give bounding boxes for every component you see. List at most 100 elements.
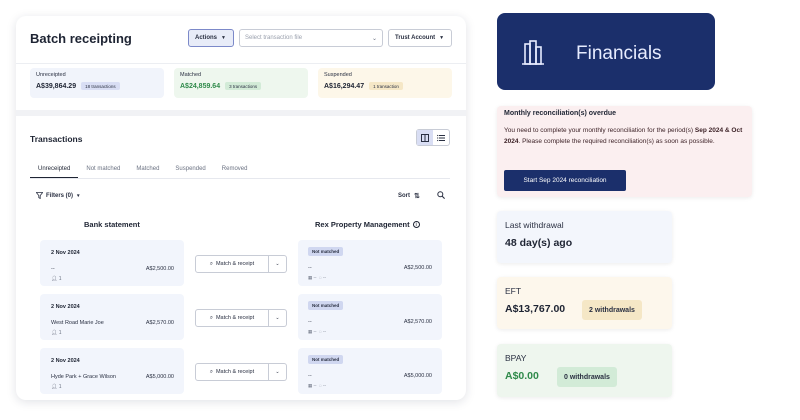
bpay-label: BPAY: [505, 353, 527, 363]
rex-meta: ▦ -- ◌ --: [308, 329, 326, 335]
search-icon[interactable]: [437, 191, 445, 201]
status-badge: Not matched: [308, 301, 344, 310]
meta-a: --: [313, 329, 317, 334]
bank-amount: A$2,500.00: [145, 266, 174, 272]
panel-header: Batch receipting Actions ▼ Select transa…: [16, 16, 466, 64]
summary-suspended[interactable]: Suspended A$16,294.47 1 transaction: [318, 68, 452, 98]
match-receipt-label: Match & receipt: [215, 369, 255, 375]
filters-button[interactable]: Filters (0) ▾: [36, 192, 80, 199]
reconciliation-message: You need to complete your monthly reconc…: [504, 126, 744, 147]
sort-label: Sort: [398, 193, 410, 199]
eft-card: EFT A$13,767.00 2 withdrawals: [497, 277, 672, 329]
filter-icon: [36, 192, 43, 199]
last-withdrawal-card: Last withdrawal 48 day(s) ago: [497, 211, 672, 263]
rex-amount: A$2,500.00: [403, 265, 432, 271]
view-toggle: [416, 129, 450, 146]
rex-meta: ▦ -- ◌ --: [308, 275, 326, 281]
rex-row[interactable]: Not matched -- A$5,000.00 ▦ -- ◌ --: [298, 348, 442, 394]
meta-b: --: [323, 383, 326, 388]
user-icon: 👤︎: [51, 330, 58, 336]
search-icon: ⌕: [209, 314, 213, 321]
comment-icon: ◌: [319, 383, 322, 388]
start-reconciliation-button[interactable]: Start Sep 2024 reconciliation: [504, 170, 626, 191]
reconciliation-text: You need to complete your monthly reconc…: [504, 127, 695, 134]
summary-amount: A$39,864.29: [36, 82, 77, 90]
tab-removed[interactable]: Removed: [214, 163, 256, 178]
bpay-card: BPAY A$0.00 0 withdrawals: [497, 344, 672, 397]
match-receipt-label: Match & receipt: [215, 315, 255, 321]
tab-suspended[interactable]: Suspended: [167, 163, 213, 178]
meta-a: --: [313, 383, 317, 388]
transaction-file-select[interactable]: Select transaction file ⌄: [239, 29, 383, 47]
summary-label: Unreceipted: [36, 72, 66, 78]
chevron-down-icon[interactable]: ⌄: [269, 363, 287, 381]
info-icon[interactable]: i: [412, 221, 420, 228]
summary-count-badge: 3 transactions: [225, 82, 262, 90]
page-title: Batch receipting: [30, 31, 132, 46]
bank-statement-row[interactable]: 2 Nov 2024 West Road Marie Joe A$2,570.0…: [40, 294, 184, 340]
rex-description: --: [308, 319, 312, 325]
chevron-down-icon[interactable]: ⌄: [269, 255, 287, 273]
sort-icon: ⇅: [414, 193, 420, 200]
summary-matched[interactable]: Matched A$24,859.64 3 transactions: [174, 68, 308, 98]
list-view-icon[interactable]: [433, 130, 449, 145]
bpay-withdrawals-badge: 0 withdrawals: [557, 367, 617, 387]
rex-description: --: [308, 265, 312, 271]
trust-account-button[interactable]: Trust Account ▼: [388, 29, 452, 47]
filters-label: Filters (0): [46, 192, 74, 199]
search-icon: ⌕: [209, 260, 213, 267]
rex-row[interactable]: Not matched -- A$2,500.00 ▦ -- ◌ --: [298, 240, 442, 286]
rex-heading: Rex Property Management: [315, 220, 410, 229]
bank-amount: A$2,570.00: [145, 320, 174, 326]
tab-matched[interactable]: Matched: [128, 163, 167, 178]
bank-description: Hyde Park + Grace Wilson: [51, 374, 116, 380]
bank-user-count: 👤︎ 1: [51, 330, 62, 336]
actions-label: Actions: [195, 35, 218, 41]
summary-row: Unreceipted A$39,864.29 18 transactions …: [16, 64, 466, 116]
tab-unreceipted[interactable]: Unreceipted: [30, 163, 79, 178]
tab-not-matched[interactable]: Not matched: [78, 163, 128, 178]
match-receipt-label: Match & receipt: [215, 261, 255, 267]
bank-date: 2 Nov 2024: [51, 358, 80, 364]
match-receipt-button[interactable]: ⌕ Match & receipt: [195, 309, 269, 327]
caret-down-icon: ▼: [221, 35, 226, 41]
column-view-icon[interactable]: [417, 130, 433, 145]
summary-label: Suspended: [324, 72, 352, 78]
calendar-icon: ▦: [308, 383, 313, 388]
bank-date: 2 Nov 2024: [51, 304, 80, 310]
rex-row[interactable]: Not matched -- A$2,570.00 ▦ -- ◌ --: [298, 294, 442, 340]
bank-statement-row[interactable]: 2 Nov 2024 -- A$2,500.00 👤︎ 1: [40, 240, 184, 286]
summary-unreceipted[interactable]: Unreceipted A$39,864.29 18 transactions: [30, 68, 164, 98]
bank-user-count: 👤︎ 1: [51, 384, 62, 390]
meta-b: --: [323, 275, 326, 280]
sort-button[interactable]: Sort ⇅: [398, 192, 420, 200]
match-receipt-button[interactable]: ⌕ Match & receipt: [195, 255, 269, 273]
summary-amount: A$16,294.47: [324, 82, 365, 90]
eft-label: EFT: [505, 286, 522, 296]
transaction-file-placeholder: Select transaction file: [245, 35, 303, 41]
user-count: 1: [58, 330, 62, 336]
match-receipt-group: ⌕ Match & receipt ⌄: [195, 309, 287, 327]
chevron-down-icon[interactable]: ⌄: [269, 309, 287, 327]
bank-date: 2 Nov 2024: [51, 250, 80, 256]
financials-card[interactable]: Financials: [497, 13, 715, 90]
summary-amount: A$24,859.64: [180, 82, 221, 90]
chevron-down-icon: ⌄: [371, 35, 377, 42]
status-badge: Not matched: [308, 247, 344, 256]
bank-statement-row[interactable]: 2 Nov 2024 Hyde Park + Grace Wilson A$5,…: [40, 348, 184, 394]
transaction-tabs: Unreceipted Not matched Matched Suspende…: [30, 163, 450, 179]
bank-building-icon: [521, 40, 545, 71]
calendar-icon: ▦: [308, 275, 313, 280]
eft-value: A$13,767.00: [505, 303, 566, 315]
user-count: 1: [58, 276, 62, 282]
actions-button[interactable]: Actions ▼: [188, 29, 234, 47]
last-withdrawal-value: 48 day(s) ago: [505, 237, 573, 249]
meta-a: --: [313, 275, 317, 280]
match-receipt-group: ⌕ Match & receipt ⌄: [195, 255, 287, 273]
bank-description: --: [51, 266, 55, 272]
match-receipt-button[interactable]: ⌕ Match & receipt: [195, 363, 269, 381]
user-icon: 👤︎: [51, 384, 58, 390]
summary-count-badge: 1 transaction: [369, 82, 403, 90]
trust-account-label: Trust Account: [395, 35, 436, 41]
comment-icon: ◌: [319, 275, 322, 280]
